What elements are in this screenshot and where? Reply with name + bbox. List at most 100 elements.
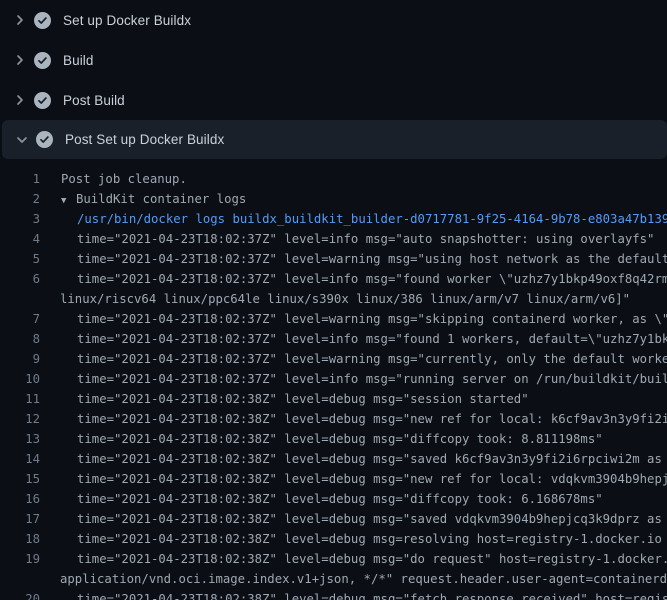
log-line-content: time="2021-04-23T18:02:37Z" level=warnin…: [40, 349, 667, 369]
log-line: application/vnd.oci.image.index.v1+json,…: [0, 569, 667, 589]
step-label: Set up Docker Buildx: [63, 13, 191, 28]
log-text: time="2021-04-23T18:02:37Z" level=info m…: [77, 232, 654, 246]
line-number[interactable]: 15: [0, 469, 40, 489]
log-line-content: application/vnd.oci.image.index.v1+json,…: [40, 569, 667, 589]
log-line: 13 time="2021-04-23T18:02:38Z" level=debu…: [0, 429, 667, 449]
log-text: time="2021-04-23T18:02:37Z" level=info m…: [77, 332, 667, 346]
log-line-content: /usr/bin/docker logs buildx_buildkit_bui…: [40, 209, 667, 229]
step-header-set-up-docker-buildx[interactable]: Set up Docker Buildx: [0, 0, 667, 40]
log-line: 9 time="2021-04-23T18:02:37Z" level=warni…: [0, 349, 667, 369]
line-number: [0, 569, 40, 589]
log-line: 2▼BuildKit container logs: [0, 189, 667, 209]
line-number[interactable]: 7: [0, 309, 40, 329]
log-text: time="2021-04-23T18:02:37Z" level=warnin…: [77, 312, 667, 326]
chevron-right-icon: [12, 52, 28, 68]
log-line-content: time="2021-04-23T18:02:38Z" level=debug …: [40, 449, 667, 469]
log-line-content: time="2021-04-23T18:02:38Z" level=debug …: [40, 429, 603, 449]
log-line-content: Post job cleanup.: [40, 169, 187, 189]
log-text: time="2021-04-23T18:02:38Z" level=debug …: [77, 392, 529, 406]
line-number[interactable]: 6: [0, 269, 40, 289]
log-line: 12 time="2021-04-23T18:02:38Z" level=debu…: [0, 409, 667, 429]
line-number[interactable]: 18: [0, 529, 40, 549]
step-header-build[interactable]: Build: [0, 40, 667, 80]
log-line: 16 time="2021-04-23T18:02:38Z" level=debu…: [0, 489, 667, 509]
check-circle-icon: [36, 131, 53, 148]
log-text: Post job cleanup.: [61, 172, 187, 186]
log-text: time="2021-04-23T18:02:37Z" level=warnin…: [77, 252, 667, 266]
step-list: Set up Docker Buildx Build Post Build: [0, 0, 667, 159]
log-line-content: time="2021-04-23T18:02:38Z" level=debug …: [40, 589, 667, 600]
line-number[interactable]: 16: [0, 489, 40, 509]
log-viewer: 1Post job cleanup.2▼BuildKit container l…: [0, 159, 667, 600]
log-text: time="2021-04-23T18:02:38Z" level=debug …: [77, 592, 667, 600]
log-line-content: time="2021-04-23T18:02:37Z" level=info m…: [40, 329, 667, 349]
log-line-content: time="2021-04-23T18:02:38Z" level=debug …: [40, 509, 667, 529]
log-text: BuildKit container logs: [76, 192, 246, 206]
log-line-content: time="2021-04-23T18:02:37Z" level=info m…: [40, 229, 654, 249]
log-line-content: time="2021-04-23T18:02:38Z" level=debug …: [40, 389, 529, 409]
log-line-content: time="2021-04-23T18:02:38Z" level=debug …: [40, 549, 667, 569]
log-line: 19 time="2021-04-23T18:02:38Z" level=debu…: [0, 549, 667, 569]
log-line-content: time="2021-04-23T18:02:38Z" level=debug …: [40, 409, 667, 429]
line-number[interactable]: 2: [0, 189, 40, 209]
log-line: 1 Post job cleanup.: [0, 169, 667, 189]
log-line: 5 time="2021-04-23T18:02:37Z" level=warni…: [0, 249, 667, 269]
log-line-content: time="2021-04-23T18:02:37Z" level=info m…: [40, 369, 667, 389]
line-number[interactable]: 12: [0, 409, 40, 429]
line-number[interactable]: 20: [0, 589, 40, 600]
log-line: 8 time="2021-04-23T18:02:37Z" level=info …: [0, 329, 667, 349]
line-number[interactable]: 11: [0, 389, 40, 409]
log-line-content: linux/riscv64 linux/ppc64le linux/s390x …: [40, 289, 630, 309]
log-line: 6 time="2021-04-23T18:02:37Z" level=info …: [0, 269, 667, 289]
log-line-content: time="2021-04-23T18:02:37Z" level=warnin…: [40, 309, 667, 329]
log-text: time="2021-04-23T18:02:38Z" level=debug …: [77, 432, 603, 446]
step-header-post-build[interactable]: Post Build: [0, 80, 667, 120]
log-text: time="2021-04-23T18:02:37Z" level=info m…: [77, 372, 667, 386]
log-line: 11 time="2021-04-23T18:02:38Z" level=debu…: [0, 389, 667, 409]
log-text: time="2021-04-23T18:02:38Z" level=debug …: [77, 412, 667, 426]
log-text: time="2021-04-23T18:02:37Z" level=info m…: [77, 272, 667, 286]
log-command-text: /usr/bin/docker logs buildx_buildkit_bui…: [77, 212, 667, 226]
log-text: time="2021-04-23T18:02:38Z" level=debug …: [77, 492, 603, 506]
log-line-content: ▼BuildKit container logs: [40, 189, 246, 209]
log-line: 15 time="2021-04-23T18:02:38Z" level=debu…: [0, 469, 667, 489]
log-line: 10 time="2021-04-23T18:02:37Z" level=info…: [0, 369, 667, 389]
line-number[interactable]: 13: [0, 429, 40, 449]
log-text: time="2021-04-23T18:02:38Z" level=debug …: [77, 452, 667, 466]
line-number[interactable]: 19: [0, 549, 40, 569]
step-label: Build: [63, 53, 94, 68]
group-collapse-triangle-icon[interactable]: ▼: [61, 191, 76, 209]
chevron-right-icon: [12, 92, 28, 108]
line-number[interactable]: 1: [0, 169, 40, 189]
log-text: time="2021-04-23T18:02:38Z" level=debug …: [77, 472, 667, 486]
log-text: time="2021-04-23T18:02:38Z" level=debug …: [77, 552, 667, 566]
log-line-content: time="2021-04-23T18:02:38Z" level=debug …: [40, 469, 667, 489]
log-line: 4 time="2021-04-23T18:02:37Z" level=info …: [0, 229, 667, 249]
line-number[interactable]: 4: [0, 229, 40, 249]
line-number[interactable]: 10: [0, 369, 40, 389]
log-line-content: time="2021-04-23T18:02:38Z" level=debug …: [40, 529, 662, 549]
log-text: time="2021-04-23T18:02:38Z" level=debug …: [77, 532, 662, 546]
log-text: application/vnd.oci.image.index.v1+json,…: [60, 572, 667, 586]
check-circle-icon: [34, 52, 51, 69]
log-text: linux/riscv64 linux/ppc64le linux/s390x …: [60, 292, 630, 306]
log-line: 17 time="2021-04-23T18:02:38Z" level=debu…: [0, 509, 667, 529]
log-line: 18 time="2021-04-23T18:02:38Z" level=debu…: [0, 529, 667, 549]
step-label: Post Set up Docker Buildx: [65, 132, 224, 147]
line-number[interactable]: 8: [0, 329, 40, 349]
log-text: time="2021-04-23T18:02:37Z" level=warnin…: [77, 352, 667, 366]
step-header-post-set-up-docker-buildx[interactable]: Post Set up Docker Buildx: [2, 120, 667, 159]
line-number[interactable]: 5: [0, 249, 40, 269]
log-line-content: time="2021-04-23T18:02:38Z" level=debug …: [40, 489, 603, 509]
line-number[interactable]: 3: [0, 209, 40, 229]
chevron-right-icon: [12, 12, 28, 28]
log-line-content: time="2021-04-23T18:02:37Z" level=warnin…: [40, 249, 667, 269]
log-line: 20 time="2021-04-23T18:02:38Z" level=debu…: [0, 589, 667, 600]
line-number[interactable]: 14: [0, 449, 40, 469]
chevron-down-icon: [14, 132, 30, 148]
log-text: time="2021-04-23T18:02:38Z" level=debug …: [77, 512, 667, 526]
line-number[interactable]: 9: [0, 349, 40, 369]
line-number[interactable]: 17: [0, 509, 40, 529]
step-label: Post Build: [63, 93, 125, 108]
log-line: linux/riscv64 linux/ppc64le linux/s390x …: [0, 289, 667, 309]
